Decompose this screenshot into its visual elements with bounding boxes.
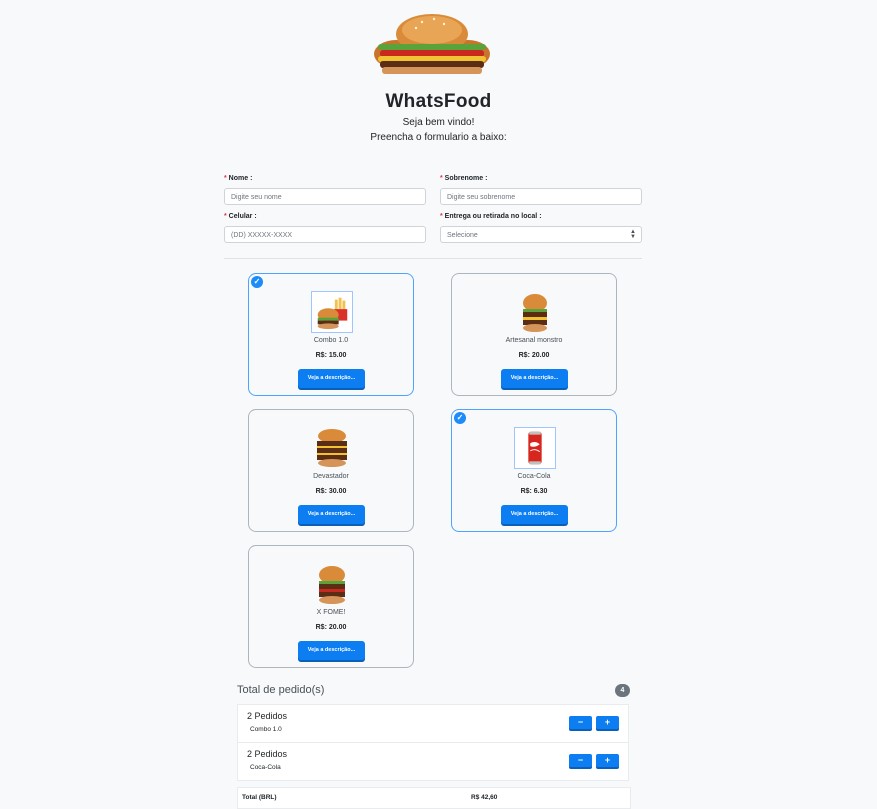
product-price: R$: 6.30 <box>520 488 548 495</box>
product-name: Artesanal monstro <box>505 337 563 344</box>
product-name: Combo 1.0 <box>313 337 349 344</box>
product-card-combo[interactable]: ✓ Combo 1.0 R$: 15.00 Veja a descrição..… <box>248 273 414 396</box>
entrega-select-value: Selecione <box>447 232 478 239</box>
form-instruction: Preencha o formulario a baixo: <box>370 132 507 143</box>
celular-input[interactable]: (DD) XXXXX-XXXX <box>224 226 426 243</box>
form-divider <box>224 258 642 259</box>
nome-label: * Nome : <box>224 175 253 182</box>
total-value: R$ 42,60 <box>471 794 498 801</box>
order-item: 2 Pedidos Coca-Cola − + <box>237 743 629 781</box>
order-item-name: Coca-Cola <box>250 764 281 771</box>
view-description-button[interactable]: Veja a descrição... <box>298 505 365 524</box>
product-card-coca-cola[interactable]: ✓ Coca-Cola R$: 6.30 Veja a descrição... <box>451 409 617 532</box>
view-description-button[interactable]: Veja a descrição... <box>501 369 568 388</box>
order-item-qty: 2 Pedidos <box>247 711 288 721</box>
order-title: Total de pedido(s) <box>237 684 325 696</box>
burger-icon <box>523 294 547 332</box>
celular-label: * Celular : <box>224 213 257 220</box>
soda-can-icon <box>514 427 556 469</box>
order-item: 2 Pedidos Combo 1.0 − + <box>237 704 629 743</box>
order-list: 2 Pedidos Combo 1.0 − + 2 Pedidos Coca-C… <box>237 704 629 781</box>
product-price: R$: 20.00 <box>518 352 550 359</box>
entrega-label: * Entrega ou retirada no local : <box>440 213 542 220</box>
view-description-button[interactable]: Veja a descrição... <box>298 641 365 660</box>
view-description-button[interactable]: Veja a descrição... <box>501 505 568 524</box>
order-count-badge: 4 <box>615 684 630 697</box>
product-card-artesanal[interactable]: Artesanal monstro R$: 20.00 Veja a descr… <box>451 273 617 396</box>
product-name: Devastador <box>313 473 349 480</box>
welcome-text: Seja bem vindo! <box>402 117 475 128</box>
decrease-button[interactable]: − <box>569 716 592 729</box>
product-price: R$: 20.00 <box>315 624 347 631</box>
sobrenome-label: * Sobrenome : <box>440 175 488 182</box>
check-icon: ✓ <box>251 276 263 288</box>
order-item-name: Combo 1.0 <box>250 726 282 733</box>
app-title: WhatsFood <box>385 91 492 112</box>
order-item-qty: 2 Pedidos <box>247 749 288 759</box>
combo-burger-fries-icon <box>311 291 353 333</box>
view-description-button[interactable]: Veja a descrição... <box>298 369 365 388</box>
product-name: X FOME! <box>316 609 346 616</box>
product-price: R$: 30.00 <box>315 488 347 495</box>
select-caret-icon: ▲ ▼ <box>630 229 636 240</box>
entrega-select[interactable]: Selecione ▲ ▼ <box>440 226 642 243</box>
check-icon: ✓ <box>454 412 466 424</box>
product-card-devastador[interactable]: Devastador R$: 30.00 Veja a descrição... <box>248 409 414 532</box>
sobrenome-input[interactable]: Digite seu sobrenome <box>440 188 642 205</box>
burger-icon <box>319 566 345 604</box>
total-label: Total (BRL) <box>242 794 277 801</box>
product-name: Coca-Cola <box>517 473 551 480</box>
burger-logo-image <box>374 14 490 74</box>
nome-input[interactable]: Digite seu nome <box>224 188 426 205</box>
product-price: R$: 15.00 <box>315 352 347 359</box>
order-total-row: Total (BRL) R$ 42,60 <box>237 787 631 809</box>
triple-burger-icon <box>317 429 347 467</box>
increase-button[interactable]: + <box>596 754 619 767</box>
decrease-button[interactable]: − <box>569 754 592 767</box>
product-card-x-fome[interactable]: X FOME! R$: 20.00 Veja a descrição... <box>248 545 414 668</box>
increase-button[interactable]: + <box>596 716 619 729</box>
